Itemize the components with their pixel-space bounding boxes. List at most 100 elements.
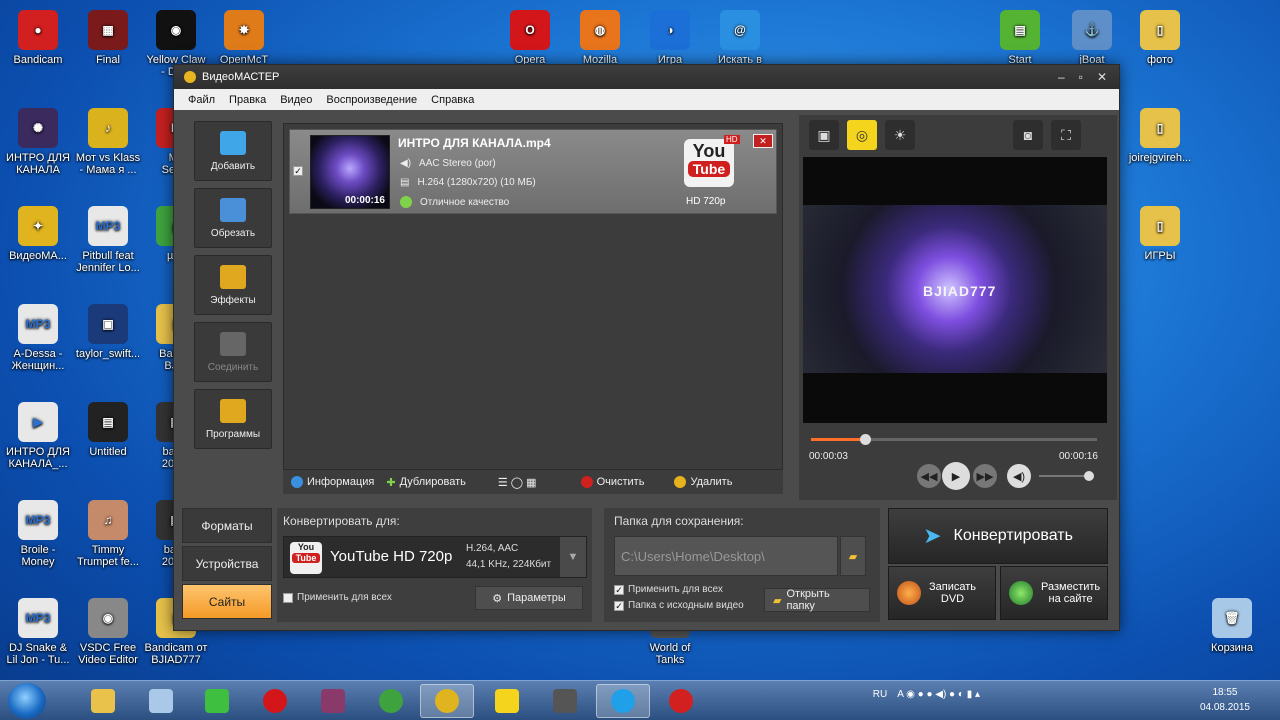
desktop-icon-mot[interactable]: ♪ Мот vs Klass - Мама я ... <box>70 108 146 176</box>
taskbar-app2[interactable] <box>134 684 188 718</box>
tab-devices[interactable]: Устройства <box>182 546 272 581</box>
apply-all-checkbox[interactable]: Применить для всех <box>283 592 392 603</box>
minimize-button[interactable]: – <box>1058 70 1065 84</box>
desktop-icon-opera[interactable]: O Opera <box>492 10 568 66</box>
taskbar-app3[interactable] <box>190 684 244 718</box>
desktop-icon-timmy[interactable]: ♫ Timmy Trumpet fe... <box>70 500 146 568</box>
desktop-icon-pitbull[interactable]: MP3 Pitbull feat Jennifer Lo... <box>70 206 146 274</box>
effects-button[interactable]: Эффекты <box>194 255 272 315</box>
taskbar-wot[interactable] <box>538 684 592 718</box>
cut-button[interactable]: Обрезать <box>194 188 272 248</box>
desktop-icon-intro2[interactable]: ▶ ИНТРО ДЛЯ КАНАЛА_... <box>0 402 76 470</box>
convert-button[interactable]: ➤ Конвертировать <box>888 508 1108 564</box>
desktop-icon-korzina[interactable]: 🗑 Корзина <box>1194 598 1270 654</box>
chevron-down-icon[interactable]: ▼ <box>560 537 586 577</box>
language-indicator[interactable]: RU <box>873 689 887 700</box>
desktop-icon-start[interactable]: ▤ Start <box>982 10 1058 66</box>
add-label: Добавить <box>210 160 256 172</box>
clock-date: 04.08.2015 <box>1199 702 1250 713</box>
crop-icon[interactable]: ▣ <box>809 120 839 150</box>
tab-sites[interactable]: Сайты <box>182 584 272 619</box>
view-toggle[interactable]: ☰ ◯ ▦ <box>498 476 537 489</box>
seek-handle[interactable] <box>860 434 872 445</box>
video-preview[interactable]: BJIAD777 <box>803 157 1107 423</box>
desktop-icon-bandicam[interactable]: ● Bandicam <box>0 10 76 66</box>
taskbar-utorrent[interactable] <box>364 684 418 718</box>
desktop-icon-openmct[interactable]: ✸ OpenMcT <box>206 10 282 66</box>
desktop-icon-label: ВидеоМА... <box>9 250 67 262</box>
seek-bar[interactable] <box>811 434 1097 445</box>
desktop-icon-videoma[interactable]: ✦ ВидеоМА... <box>0 206 76 262</box>
desktop-icon-jboat[interactable]: ⚓ jBoat <box>1054 10 1130 66</box>
add-button[interactable]: Добавить <box>194 121 272 181</box>
menubar: Файл Правка Видео Воспроизведение Справк… <box>174 89 1119 110</box>
desktop-icon-label: Bandicam от BJIAD777 <box>144 642 208 666</box>
taskbar-bandicam[interactable] <box>654 684 708 718</box>
format-spec-codec: H.264, AAC <box>466 543 519 554</box>
tab-formats[interactable]: Форматы <box>182 508 272 543</box>
taskbar-explorer[interactable] <box>76 684 130 718</box>
tray-icons[interactable]: A ◉ ● ● ◀) ● ◐ ▮ ▴ <box>897 689 980 700</box>
next-frame-button[interactable]: ▶▶ <box>973 464 997 488</box>
prev-frame-button[interactable]: ◀◀ <box>917 464 941 488</box>
taskbar-videomaster[interactable] <box>420 684 474 718</box>
info-button[interactable]: Информация <box>291 476 374 488</box>
snapshot-icon[interactable]: ◙ <box>1013 120 1043 150</box>
menu-playback[interactable]: Воспроизведение <box>326 94 417 106</box>
close-button[interactable]: ✕ <box>1097 70 1107 84</box>
taskbar-skype[interactable] <box>596 684 650 718</box>
skype-icon <box>611 689 635 713</box>
menu-help[interactable]: Справка <box>431 94 474 106</box>
menu-video[interactable]: Видео <box>280 94 312 106</box>
desktop-icon-intro1[interactable]: ✺ ИНТРО ДЛЯ КАНАЛА <box>0 108 76 176</box>
menu-file[interactable]: Файл <box>188 94 215 106</box>
desktop-icon-foto[interactable]: ▯ фото <box>1122 10 1198 66</box>
fullscreen-icon[interactable]: ⛶ <box>1051 120 1081 150</box>
window-icon <box>149 689 173 713</box>
desktop-icon-taylor[interactable]: ▣ taylor_swift... <box>70 304 146 360</box>
apply-all-save-checkbox[interactable]: ✓ Применить для всех <box>614 584 723 595</box>
effects-icon[interactable]: ◎ <box>847 120 877 150</box>
delete-button[interactable]: Удалить <box>674 476 732 488</box>
format-selector[interactable]: You Tube YouTube HD 720p H.264, AAC 44,1 … <box>283 536 587 578</box>
desktop-icon-untitled[interactable]: ▤ Untitled <box>70 402 146 458</box>
duplicate-button[interactable]: ✚ Дублировать <box>386 476 466 489</box>
volume-handle[interactable] <box>1084 471 1094 481</box>
taskbar-app8[interactable] <box>480 684 534 718</box>
start-button[interactable] <box>8 683 46 719</box>
burn-dvd-button[interactable]: Записать DVD <box>888 566 996 620</box>
maximize-button[interactable]: ▫ <box>1079 70 1083 84</box>
menu-edit[interactable]: Правка <box>229 94 266 106</box>
clock[interactable]: 18:55 04.08.2015 <box>1200 685 1250 715</box>
params-button[interactable]: ⚙ Параметры <box>475 586 583 610</box>
desktop-icon-final[interactable]: ▦ Final <box>70 10 146 66</box>
taskbar-opera[interactable] <box>248 684 302 718</box>
open-folder-button[interactable]: ▰ Открыть папку <box>764 588 870 612</box>
desktop-icon-joire[interactable]: ▯ joirejgvireh... <box>1122 108 1198 164</box>
publish-button[interactable]: Разместить на сайте <box>1000 566 1108 620</box>
file-checkbox[interactable]: ✓ <box>293 166 303 176</box>
film-icon: ▤ <box>400 177 410 188</box>
remove-file-icon[interactable]: ✕ <box>753 134 773 148</box>
file-item[interactable]: ✓ 00:00:16 ИНТРО ДЛЯ КАНАЛА.mp4 ◀) AAC St… <box>289 129 777 214</box>
desktop-icon-mozilla[interactable]: ◍ Mozilla <box>562 10 638 66</box>
save-path-input[interactable]: C:\Users\Home\Desktop\ <box>614 536 838 576</box>
desktop-icon-ie[interactable]: ◑ Игра <box>632 10 708 66</box>
clear-button[interactable]: Очистить <box>580 476 644 488</box>
source-folder-checkbox[interactable]: ✓ Папка с исходным видео <box>614 600 744 611</box>
play-button[interactable]: ▶ <box>942 462 970 490</box>
file-duration: 00:00:16 <box>344 195 385 206</box>
desktop-icon-adessa[interactable]: MP3 A-Dessa - Женщин... <box>0 304 76 372</box>
desktop-icon-mail[interactable]: @ Искать в <box>702 10 778 66</box>
desktop-icon-broile[interactable]: MP3 Broile - Money <box>0 500 76 568</box>
titlebar[interactable]: ВидеоМАСТЕР – ▫ ✕ <box>174 65 1119 89</box>
taskbar-winrar[interactable] <box>306 684 360 718</box>
desktop-icon-igry[interactable]: ▯ ИГРЫ <box>1122 206 1198 262</box>
volume-icon[interactable]: ◀) <box>1007 464 1031 488</box>
programs-button[interactable]: Программы <box>194 389 272 449</box>
volume-slider[interactable] <box>1039 471 1094 481</box>
folder-icon[interactable]: ▰ <box>840 536 866 576</box>
desktop-icon-vsdc[interactable]: ◉ VSDC Free Video Editor <box>70 598 146 666</box>
brightness-icon[interactable]: ☀ <box>885 120 915 150</box>
desktop-icon-djsnake[interactable]: MP3 DJ Snake & Lil Jon - Tu... <box>0 598 76 666</box>
